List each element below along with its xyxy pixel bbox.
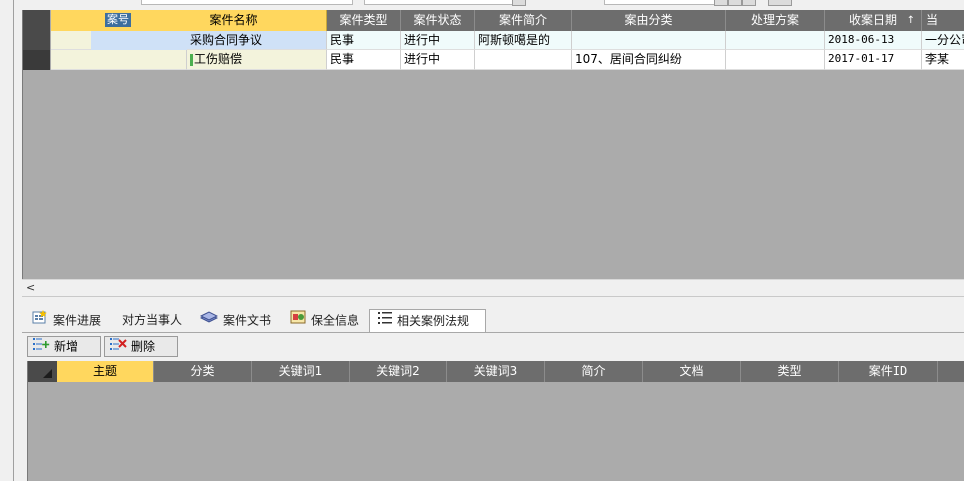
column-header-keyword3[interactable]: 关键词3	[447, 361, 545, 382]
column-header-keyword1[interactable]: 关键词1	[252, 361, 350, 382]
preservation-icon	[290, 309, 306, 333]
case-grid[interactable]: 案号 案件名称 案件类型 案件状态 案件简介 案由分类 处理方案 收案日期 ↑ …	[22, 10, 964, 280]
cell-date[interactable]: 2017-01-17	[825, 50, 922, 70]
top-toolbar-remnant	[14, 0, 964, 10]
cell-case-status[interactable]: 进行中	[401, 31, 475, 50]
tab-preservation-info[interactable]: 保全信息	[290, 309, 368, 332]
column-header-intro[interactable]: 简介	[545, 361, 643, 382]
progress-icon	[32, 309, 48, 333]
tab-label: 相关案例法规	[397, 314, 470, 328]
row-focus-highlight	[91, 31, 187, 50]
top-field-right[interactable]	[604, 0, 716, 5]
add-icon	[32, 337, 50, 357]
cell-case-name[interactable]: 工伤赔偿	[187, 50, 327, 70]
top-field-left[interactable]	[141, 0, 353, 5]
top-button-3[interactable]	[742, 0, 756, 6]
cell-plan[interactable]	[726, 50, 825, 70]
top-field-middle[interactable]	[364, 0, 526, 5]
scroll-left-icon[interactable]: <	[26, 280, 35, 296]
cell-plan[interactable]	[726, 31, 825, 50]
column-header-type[interactable]: 类型	[741, 361, 839, 382]
cell-case-type[interactable]: 民事	[327, 50, 401, 70]
column-header-document[interactable]: 文档	[643, 361, 741, 382]
tab-label: 对方当事人	[122, 313, 183, 327]
delete-button-label: 删除	[131, 339, 156, 354]
tab-case-documents[interactable]: 案件文书	[199, 309, 286, 333]
corner-triangle-icon	[43, 369, 52, 378]
list-icon	[378, 310, 392, 333]
delete-icon	[109, 337, 127, 357]
top-dropdown-button[interactable]	[512, 0, 526, 6]
horizontal-scrollbar[interactable]: <	[22, 279, 964, 297]
column-header-case-intro[interactable]: 案件简介	[475, 10, 572, 31]
cell-case-cause[interactable]	[572, 31, 726, 50]
row-indicator-current	[23, 50, 50, 70]
cell-case-intro[interactable]	[475, 50, 572, 70]
cell-case-intro[interactable]: 阿斯顿噶是的	[475, 31, 572, 50]
grid-corner	[23, 10, 50, 31]
column-header-keyword2[interactable]: 关键词2	[350, 361, 447, 382]
add-button-label: 新增	[54, 339, 79, 354]
column-header-case-cause[interactable]: 案由分类	[572, 10, 726, 31]
column-header-case-type[interactable]: 案件类型	[327, 10, 401, 31]
cell-case-name[interactable]: 采购合同争议	[187, 31, 327, 50]
cell-case-type[interactable]: 民事	[327, 31, 401, 50]
top-button-4[interactable]	[768, 0, 792, 6]
add-button[interactable]: 新增	[27, 336, 101, 357]
column-header-case-name[interactable]: 案件名称	[141, 10, 327, 31]
column-header-subject[interactable]: 主题	[57, 361, 154, 382]
column-header-plan[interactable]: 处理方案	[726, 10, 825, 31]
cell-date[interactable]: 2018-06-13	[825, 31, 922, 50]
column-header-category[interactable]: 分类	[154, 361, 252, 382]
edit-cursor-icon	[190, 53, 193, 66]
cell-extra[interactable]: 李某	[922, 50, 964, 70]
column-header-extra[interactable]: 当	[922, 10, 964, 31]
row-indicator	[23, 31, 50, 50]
related-laws-grid[interactable]: 主题 分类 关键词1 关键词2 关键词3 简介 文档 类型 案件ID	[27, 361, 964, 481]
tab-label: 案件文书	[223, 313, 272, 328]
tab-divider	[22, 332, 964, 333]
column-header-case-id[interactable]: 案件ID	[839, 361, 938, 382]
cell-case-name-text: 工伤赔偿	[194, 52, 243, 66]
column-header-date[interactable]: 收案日期 ↑	[825, 10, 922, 31]
documents-icon	[199, 309, 219, 333]
sort-ascending-icon: ↑	[906, 15, 915, 26]
cell-case-status[interactable]: 进行中	[401, 50, 475, 70]
top-button-1[interactable]	[714, 0, 728, 6]
top-button-2[interactable]	[728, 0, 742, 6]
tab-label: 案件进展	[53, 313, 102, 328]
case-grid-header: 案号 案件名称 案件类型 案件状态 案件简介 案由分类 处理方案 收案日期 ↑ …	[23, 10, 964, 31]
column-date-label: 收案日期	[848, 13, 897, 27]
cell-extra[interactable]: 一分公司	[922, 31, 964, 50]
delete-button[interactable]: 删除	[104, 336, 178, 357]
detail-tabs: 案件进展 对方当事人 案件文书 保全信息 相关案例法规	[22, 309, 964, 332]
cell-case-cause[interactable]: 107、居间合同纠纷	[572, 50, 726, 70]
cell-case-no[interactable]	[51, 50, 187, 70]
column-header-filler	[938, 361, 964, 382]
tab-counterparty[interactable]: 对方当事人	[122, 309, 194, 332]
tab-label: 保全信息	[311, 313, 360, 328]
left-panel-edge	[0, 0, 14, 481]
tab-related-cases-laws[interactable]: 相关案例法规	[369, 309, 486, 332]
column-header-case-status[interactable]: 案件状态	[401, 10, 475, 31]
tab-case-progress[interactable]: 案件进展	[32, 309, 118, 332]
grid-corner	[28, 361, 57, 382]
